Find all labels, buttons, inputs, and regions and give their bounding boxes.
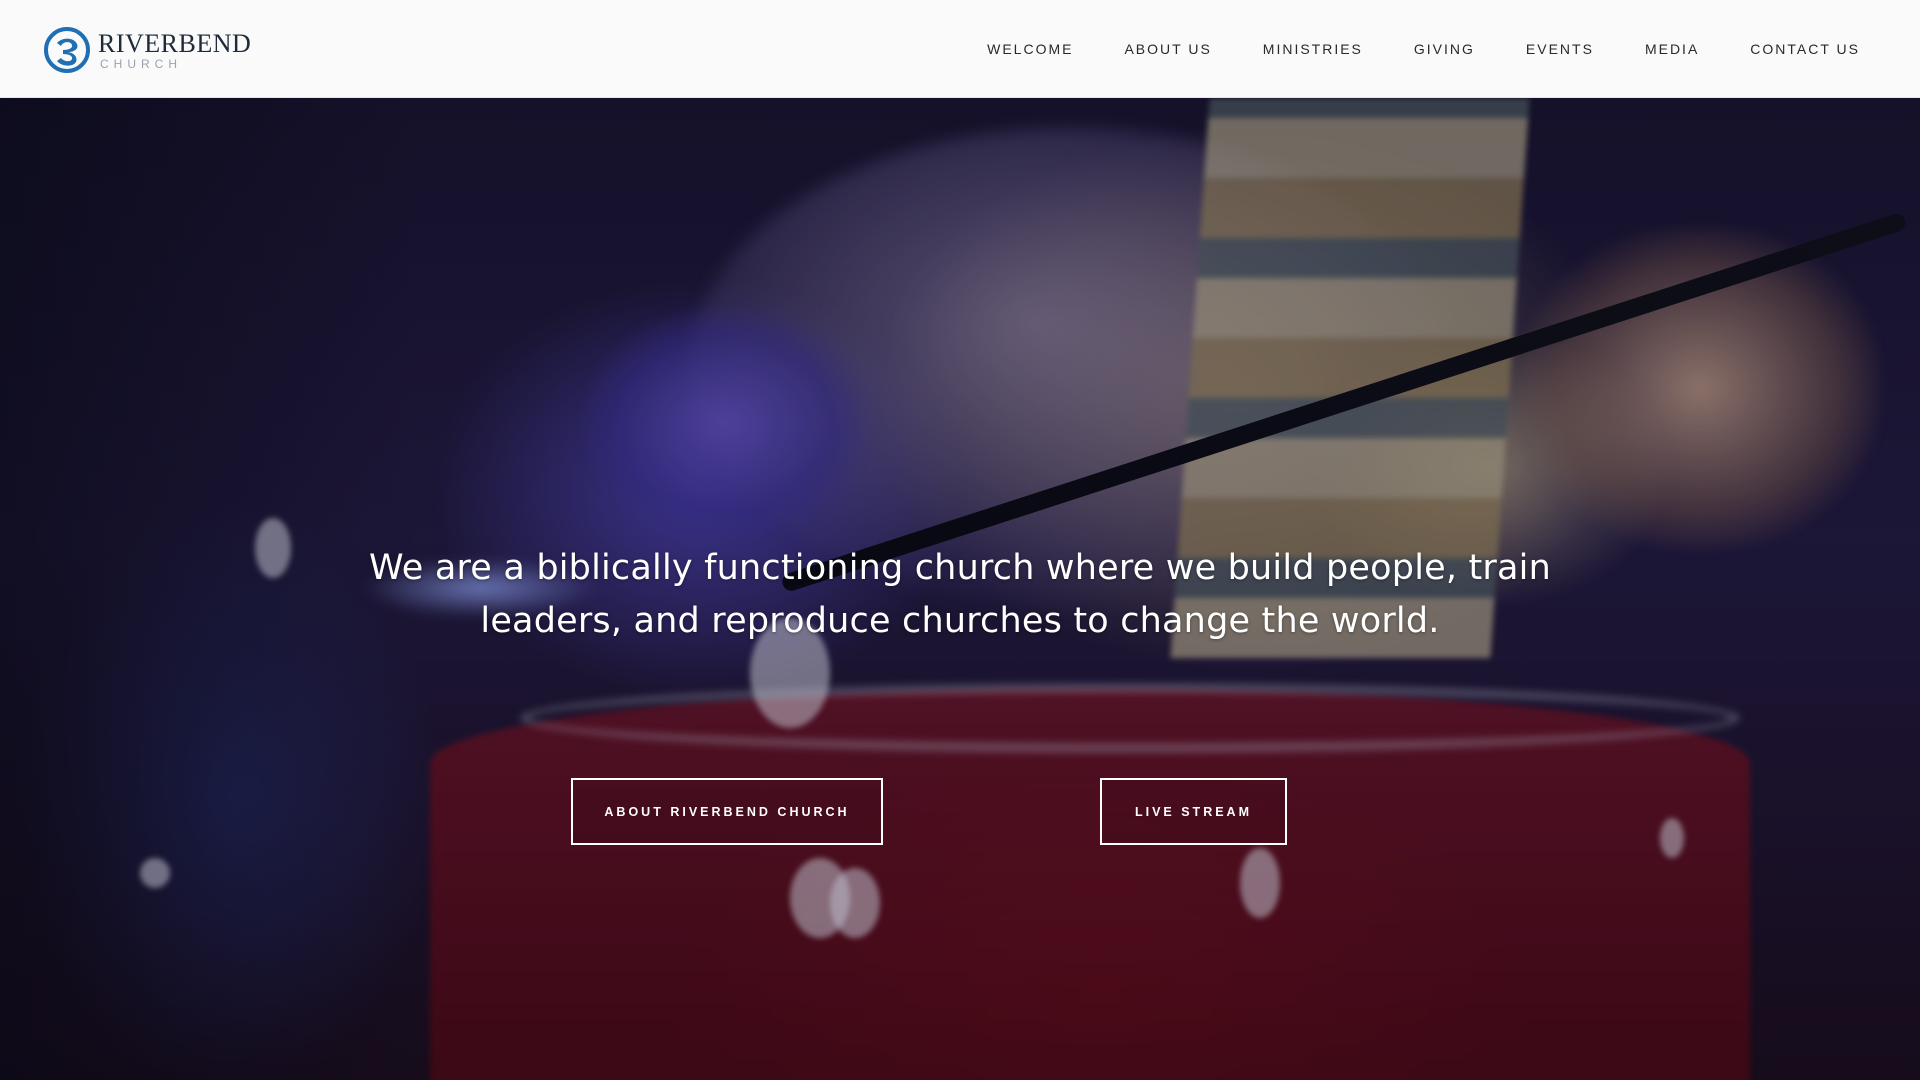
logo-subtitle: CHURCH: [100, 56, 182, 71]
site-logo[interactable]: RIVERBEND CHURCH: [44, 26, 251, 74]
logo-text: RIVERBEND CHURCH: [98, 28, 252, 71]
nav-item-about-us[interactable]: ABOUT US: [1124, 41, 1211, 57]
nav-item-media[interactable]: MEDIA: [1645, 41, 1699, 57]
nav-item-welcome[interactable]: WELCOME: [987, 41, 1073, 57]
nav-item-giving[interactable]: GIVING: [1414, 41, 1475, 57]
riverbend-logo-icon: [44, 27, 90, 73]
site-header: RIVERBEND CHURCH WELCOME ABOUT US MINIST…: [0, 0, 1920, 98]
logo-name: RIVERBEND: [98, 28, 252, 58]
nav-item-contact-us[interactable]: CONTACT US: [1750, 41, 1860, 57]
nav-item-events[interactable]: EVENTS: [1526, 41, 1594, 57]
hero-tagline: We are a biblically functioning church w…: [369, 548, 1551, 641]
main-nav: WELCOME ABOUT US MINISTRIES GIVING EVENT…: [987, 0, 1860, 98]
about-riverbend-button[interactable]: ABOUT RIVERBEND CHURCH: [571, 778, 883, 845]
nav-item-ministries[interactable]: MINISTRIES: [1263, 41, 1363, 57]
live-stream-button[interactable]: LIVE STREAM: [1100, 778, 1287, 845]
